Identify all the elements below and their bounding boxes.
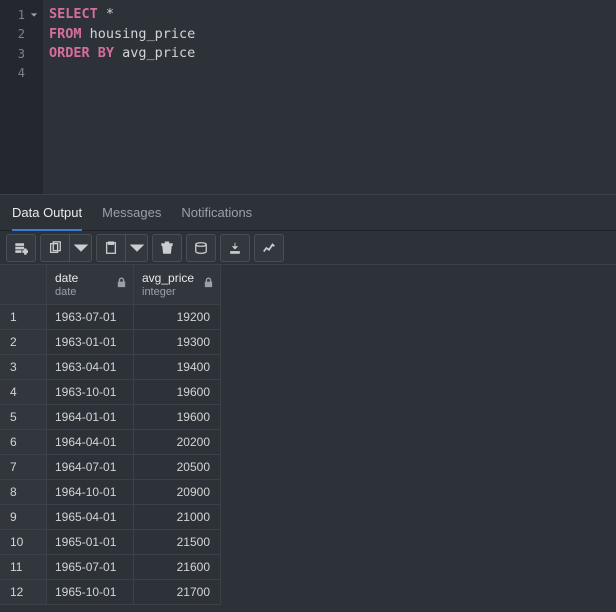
table-row[interactable]: 51964-01-0119600: [0, 405, 616, 430]
table-row[interactable]: 101965-01-0121500: [0, 530, 616, 555]
paste-button[interactable]: [96, 234, 126, 262]
gutter-line: 1: [0, 5, 43, 25]
editor-gutter: 1234: [0, 0, 43, 194]
code-line[interactable]: FROM housing_price: [49, 25, 610, 45]
cell-date[interactable]: 1963-01-01: [47, 330, 134, 355]
gutter-line: 3: [0, 44, 43, 64]
row-number: 11: [0, 555, 47, 580]
cell-date[interactable]: 1963-10-01: [47, 380, 134, 405]
cell-avg-price[interactable]: 19600: [134, 380, 221, 405]
cell-date[interactable]: 1963-04-01: [47, 355, 134, 380]
cell-date[interactable]: 1964-07-01: [47, 455, 134, 480]
column-name: avg_price: [142, 271, 194, 285]
cell-date[interactable]: 1965-01-01: [47, 530, 134, 555]
table-row[interactable]: 91965-04-0121000: [0, 505, 616, 530]
cell-avg-price[interactable]: 20500: [134, 455, 221, 480]
table-row[interactable]: 31963-04-0119400: [0, 355, 616, 380]
column-header-date[interactable]: date date: [47, 265, 134, 305]
gutter-line: 2: [0, 25, 43, 45]
row-number: 1: [0, 305, 47, 330]
result-tabs: Data Output Messages Notifications: [0, 195, 616, 231]
row-number: 7: [0, 455, 47, 480]
row-number: 9: [0, 505, 47, 530]
editor-code[interactable]: SELECT *FROM housing_priceORDER BY avg_p…: [43, 0, 616, 194]
column-header-avg-price[interactable]: avg_price integer: [134, 265, 221, 305]
cell-date[interactable]: 1964-01-01: [47, 405, 134, 430]
row-number: 2: [0, 330, 47, 355]
cell-avg-price[interactable]: 20200: [134, 430, 221, 455]
table-row[interactable]: 11963-07-0119200: [0, 305, 616, 330]
grid-header: date date avg_price integer: [0, 265, 616, 305]
row-number: 10: [0, 530, 47, 555]
cell-avg-price[interactable]: 21000: [134, 505, 221, 530]
row-number: 3: [0, 355, 47, 380]
table-row[interactable]: 21963-01-0119300: [0, 330, 616, 355]
paste-dropdown-button[interactable]: [126, 234, 148, 262]
result-toolbar: [0, 231, 616, 265]
table-row[interactable]: 121965-10-0121700: [0, 580, 616, 605]
code-line[interactable]: SELECT *: [49, 5, 610, 25]
cell-avg-price[interactable]: 19200: [134, 305, 221, 330]
cell-avg-price[interactable]: 21500: [134, 530, 221, 555]
cell-avg-price[interactable]: 20900: [134, 480, 221, 505]
cell-avg-price[interactable]: 19600: [134, 405, 221, 430]
graph-button[interactable]: [254, 234, 284, 262]
table-row[interactable]: 61964-04-0120200: [0, 430, 616, 455]
column-type: date: [55, 285, 76, 299]
sql-editor[interactable]: 1234 SELECT *FROM housing_priceORDER BY …: [0, 0, 616, 195]
row-number: 5: [0, 405, 47, 430]
delete-button[interactable]: [152, 234, 182, 262]
lock-icon: [203, 277, 214, 291]
column-type: integer: [142, 285, 176, 299]
cell-date[interactable]: 1965-04-01: [47, 505, 134, 530]
cell-date[interactable]: 1965-07-01: [47, 555, 134, 580]
tab-notifications[interactable]: Notifications: [181, 195, 252, 230]
copy-button[interactable]: [40, 234, 70, 262]
result-grid: date date avg_price integer 11963-07-011…: [0, 265, 616, 605]
row-number: 4: [0, 380, 47, 405]
add-row-button[interactable]: [6, 234, 36, 262]
table-row[interactable]: 81964-10-0120900: [0, 480, 616, 505]
table-row[interactable]: 41963-10-0119600: [0, 380, 616, 405]
tab-data-output[interactable]: Data Output: [12, 196, 82, 231]
cell-date[interactable]: 1964-10-01: [47, 480, 134, 505]
lock-icon: [116, 277, 127, 291]
download-button[interactable]: [220, 234, 250, 262]
cell-date[interactable]: 1965-10-01: [47, 580, 134, 605]
cell-avg-price[interactable]: 19400: [134, 355, 221, 380]
code-line[interactable]: ORDER BY avg_price: [49, 44, 610, 64]
table-row[interactable]: 71964-07-0120500: [0, 455, 616, 480]
row-number: 6: [0, 430, 47, 455]
table-row[interactable]: 111965-07-0121600: [0, 555, 616, 580]
cell-date[interactable]: 1964-04-01: [47, 430, 134, 455]
gutter-line: 4: [0, 64, 43, 84]
row-number: 12: [0, 580, 47, 605]
cell-avg-price[interactable]: 21700: [134, 580, 221, 605]
row-number: 8: [0, 480, 47, 505]
cell-avg-price[interactable]: 21600: [134, 555, 221, 580]
row-number-header: [0, 265, 47, 305]
tab-messages[interactable]: Messages: [102, 195, 161, 230]
cell-date[interactable]: 1963-07-01: [47, 305, 134, 330]
save-data-button[interactable]: [186, 234, 216, 262]
cell-avg-price[interactable]: 19300: [134, 330, 221, 355]
column-name: date: [55, 271, 78, 285]
copy-dropdown-button[interactable]: [70, 234, 92, 262]
